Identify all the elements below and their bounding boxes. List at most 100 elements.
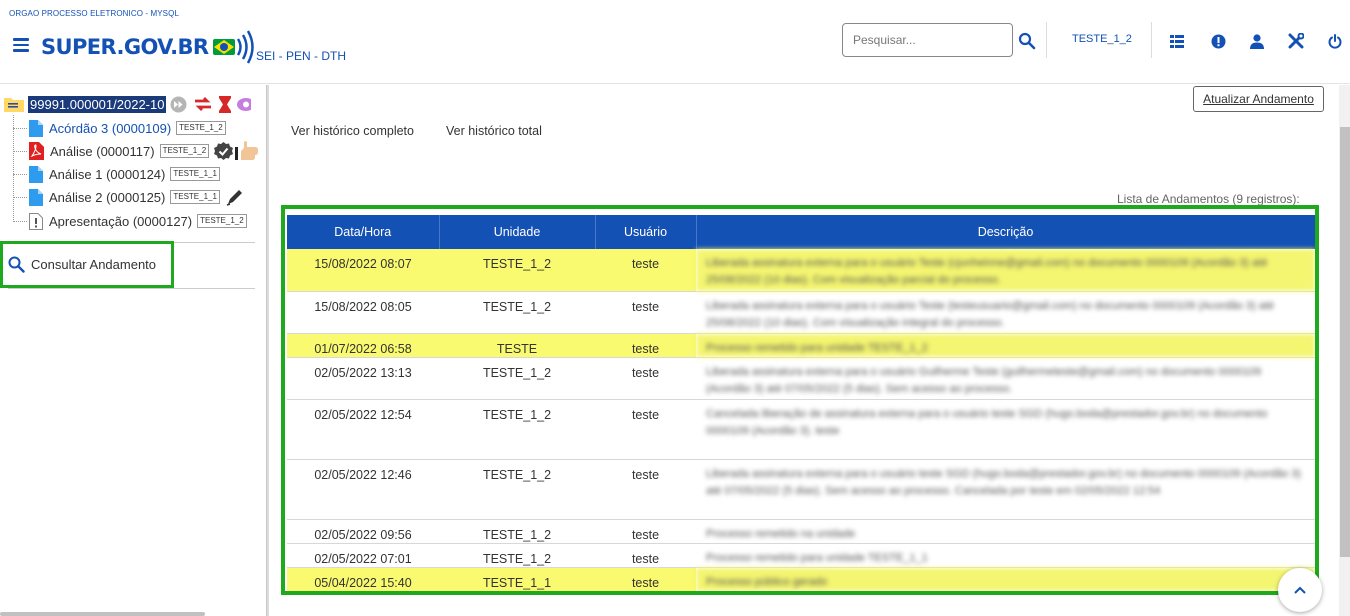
unit-tag[interactable]: TESTE_1_2 xyxy=(176,121,226,135)
document-label[interactable]: Apresentação (0000127) xyxy=(49,214,192,229)
cell-unit: TESTE xyxy=(439,333,595,358)
pdf-icon xyxy=(29,142,44,160)
cell-datetime: 05/04/2022 15:40 xyxy=(287,567,439,591)
cell-unit: TESTE_1_2 xyxy=(439,249,595,292)
alert-icon[interactable] xyxy=(1209,32,1227,50)
process-number[interactable]: 99991.000001/2022-10 xyxy=(28,95,167,113)
cell-datetime: 02/05/2022 09:56 xyxy=(287,519,439,544)
menu-icon[interactable] xyxy=(13,38,29,52)
horizontal-scrollbar[interactable] xyxy=(0,612,205,616)
tools-icon[interactable] xyxy=(1287,32,1305,50)
tree-document[interactable]: Apresentação (0000127) TESTE_1_2 xyxy=(13,211,247,231)
cell-description: Processo remetido para unidade TESTE_1_2 xyxy=(696,333,1315,358)
progress-table-frame: Data/Hora Unidade Usuário Descrição 15/0… xyxy=(281,205,1319,595)
cell-description: Liberada assinatura externa para o usuár… xyxy=(696,249,1315,292)
cell-user: teste xyxy=(595,519,696,544)
cell-datetime: 15/08/2022 08:05 xyxy=(287,291,439,334)
header: ORGAO PROCESSO ELETRONICO - MYSQL SUPER.… xyxy=(0,0,1350,84)
search-field[interactable] xyxy=(842,23,1013,57)
cell-datetime: 02/05/2022 13:13 xyxy=(287,357,439,400)
hourglass-icon[interactable] xyxy=(219,95,232,113)
divider xyxy=(8,288,255,289)
transfer-icon[interactable] xyxy=(193,96,213,112)
tree-document[interactable]: Análise 1 (0000124) TESTE_1_1 xyxy=(13,164,220,184)
document-icon xyxy=(29,188,43,206)
progress-table: Data/Hora Unidade Usuário Descrição 15/0… xyxy=(287,215,1315,591)
cell-description: Liberada assinatura externa para o usuár… xyxy=(696,291,1315,334)
cell-description: Processo remetido para unidade TESTE_1_1 xyxy=(696,543,1315,568)
table-row[interactable]: 02/05/2022 09:56 TESTE_1_2 teste Processo r… xyxy=(287,519,1315,544)
total-history-link[interactable]: Ver histórico total xyxy=(446,124,542,138)
cell-unit: TESTE_1_2 xyxy=(439,543,595,568)
table-row[interactable]: 01/07/2022 06:58 TESTE teste Processo remet… xyxy=(287,333,1315,358)
cell-unit: TESTE_1_2 xyxy=(439,459,595,520)
cell-description: Liberada assinatura externa para o usuár… xyxy=(696,459,1315,520)
column-header-user[interactable]: Usuário xyxy=(595,215,697,249)
panel-splitter[interactable] xyxy=(266,85,269,616)
logo-text: SUPER.GOV.BR xyxy=(41,35,209,59)
unit-tag[interactable]: TESTE_1_2 xyxy=(159,144,210,158)
document-label[interactable]: Análise (0000117) xyxy=(50,144,155,159)
cell-unit: TESTE_1_1 xyxy=(439,567,595,591)
table-row[interactable]: 15/08/2022 08:07 TESTE_1_2 teste Liberada a… xyxy=(287,249,1315,292)
table-row[interactable]: 02/05/2022 07:01 TESTE_1_2 teste Processo r… xyxy=(287,543,1315,568)
chevron-up-icon xyxy=(1294,586,1306,594)
tree-document[interactable]: Acórdão 3 (0000109) TESTE_1_2 xyxy=(13,118,226,138)
tree-document[interactable]: Análise (0000117) TESTE_1_2 xyxy=(13,141,259,161)
scroll-to-top-button[interactable] xyxy=(1278,568,1322,612)
process-node[interactable]: 99991.000001/2022-10 xyxy=(4,95,252,113)
signature-hand-icon[interactable] xyxy=(235,141,259,161)
cell-user: teste xyxy=(595,249,696,292)
cell-unit: TESTE_1_2 xyxy=(439,399,595,460)
cell-datetime: 02/05/2022 07:01 xyxy=(287,543,439,568)
cell-datetime: 01/07/2022 06:58 xyxy=(287,333,439,358)
cell-unit: TESTE_1_2 xyxy=(439,357,595,400)
org-name: ORGAO PROCESSO ELETRONICO - MYSQL xyxy=(9,9,179,18)
full-history-link[interactable]: Ver histórico completo xyxy=(291,124,414,138)
pen-icon[interactable] xyxy=(226,188,244,206)
cell-user: teste xyxy=(595,291,696,334)
user-icon[interactable] xyxy=(1248,32,1266,50)
cell-unit: TESTE_1_2 xyxy=(439,291,595,334)
brazil-flag-icon xyxy=(213,30,255,64)
table-row[interactable]: 02/05/2022 12:54 TESTE_1_2 teste Cancelada … xyxy=(287,399,1315,460)
table-row[interactable]: 02/05/2022 13:13 TESTE_1_2 teste Liberada a… xyxy=(287,357,1315,400)
forward-icon[interactable] xyxy=(170,96,187,113)
consult-progress-link[interactable]: Consultar Andamento xyxy=(0,241,174,288)
search-input[interactable] xyxy=(843,24,1012,56)
unit-selector[interactable]: TESTE_1_2 xyxy=(1072,33,1132,45)
process-tree-panel: 99991.000001/2022-10 Acórdão 3 (0000109)… xyxy=(0,85,266,616)
document-label[interactable]: Acórdão 3 (0000109) xyxy=(49,121,171,136)
column-header-description[interactable]: Descrição xyxy=(696,215,1315,249)
cell-description: Liberada assinatura externa para o usuár… xyxy=(696,357,1315,400)
document-icon xyxy=(29,165,43,183)
column-header-unit[interactable]: Unidade xyxy=(439,215,596,249)
tree-document[interactable]: Análise 2 (0000125) TESTE_1_1 xyxy=(13,187,244,207)
search-icon[interactable] xyxy=(1018,32,1036,50)
logo[interactable]: SUPER.GOV.BR xyxy=(41,29,256,65)
table-row[interactable]: 05/04/2022 15:40 TESTE_1_1 teste Processo p… xyxy=(287,567,1315,591)
unit-tag[interactable]: TESTE_1_1 xyxy=(170,167,220,181)
eye-icon[interactable] xyxy=(237,96,252,113)
header-divider xyxy=(1151,22,1152,58)
table-row[interactable]: 02/05/2022 12:46 TESTE_1_2 teste Liberada a… xyxy=(287,459,1315,520)
grid-icon[interactable] xyxy=(1168,32,1186,50)
cell-user: teste xyxy=(595,399,696,460)
document-label[interactable]: Análise 2 (0000125) xyxy=(49,190,165,205)
unit-tag[interactable]: TESTE_1_2 xyxy=(197,214,247,228)
power-icon[interactable] xyxy=(1326,32,1344,50)
cell-datetime: 15/08/2022 08:07 xyxy=(287,249,439,292)
cell-unit: TESTE_1_2 xyxy=(439,519,595,544)
column-header-datetime[interactable]: Data/Hora xyxy=(287,215,440,249)
document-label[interactable]: Análise 1 (0000124) xyxy=(49,167,165,182)
unit-tag[interactable]: TESTE_1_1 xyxy=(170,190,220,204)
cell-user: teste xyxy=(595,567,696,591)
folder-icon xyxy=(4,98,24,112)
search-icon xyxy=(8,256,25,273)
table-row[interactable]: 15/08/2022 08:05 TESTE_1_2 teste Liberada a… xyxy=(287,291,1315,334)
vertical-scrollbar-thumb[interactable] xyxy=(1340,127,1350,557)
document-warning-icon xyxy=(29,212,43,230)
list-caption: Lista de Andamentos (9 registros): xyxy=(1117,192,1300,206)
verified-seal-icon[interactable] xyxy=(214,141,234,161)
update-progress-button[interactable]: Atualizar Andamento xyxy=(1193,86,1324,112)
